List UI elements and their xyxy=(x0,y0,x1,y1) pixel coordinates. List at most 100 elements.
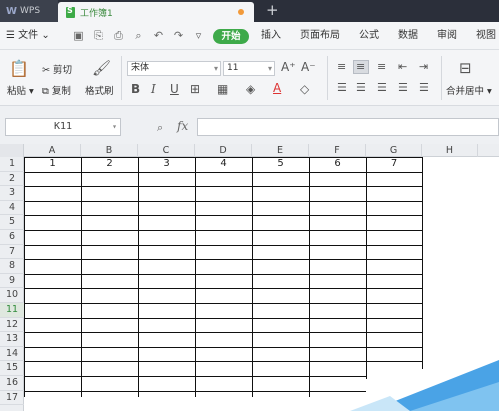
column-header-g[interactable]: G xyxy=(366,144,422,157)
row-header-14[interactable]: 14 xyxy=(0,347,24,362)
table-border-vertical xyxy=(252,157,253,397)
distributed-icon[interactable]: ☰ xyxy=(419,81,429,94)
select-all-corner[interactable] xyxy=(0,144,24,157)
row-header-13[interactable]: 13 xyxy=(0,332,24,347)
cell-e1[interactable]: 5 xyxy=(252,157,309,172)
shading-icon[interactable]: ◈ xyxy=(246,82,255,96)
chevron-down-icon: ▾ xyxy=(267,64,272,73)
tab-page-layout[interactable]: 页面布局 xyxy=(300,28,340,44)
cell-f1[interactable]: 6 xyxy=(309,157,366,172)
row-header-8[interactable]: 8 xyxy=(0,259,24,274)
table-border-horizontal xyxy=(24,288,422,290)
column-header-f[interactable]: F xyxy=(309,144,366,157)
paste-button[interactable]: 粘贴 ▾ xyxy=(7,83,34,97)
copy-button[interactable]: ⧉ 复制 xyxy=(42,83,71,97)
clear-format-icon[interactable]: ◇ xyxy=(300,82,309,96)
row-header-4[interactable]: 4 xyxy=(0,201,24,216)
table-border-horizontal xyxy=(24,171,422,173)
column-header-h[interactable]: H xyxy=(422,144,478,157)
column-header-b[interactable]: B xyxy=(81,144,138,157)
row-header-3[interactable]: 3 xyxy=(0,186,24,201)
row-header-5[interactable]: 5 xyxy=(0,215,24,230)
cell-b1[interactable]: 2 xyxy=(81,157,138,172)
cell-d1[interactable]: 4 xyxy=(195,157,252,172)
paste-icon[interactable]: 📋 xyxy=(9,59,29,78)
align-top-icon[interactable]: ≡ xyxy=(337,60,346,73)
column-header-a[interactable]: A xyxy=(24,144,81,157)
fx-button[interactable]: fx xyxy=(177,119,188,133)
table-border-horizontal xyxy=(24,303,422,304)
column-header-c[interactable]: C xyxy=(138,144,195,157)
row-header-9[interactable]: 9 xyxy=(0,274,24,289)
row-header-6[interactable]: 6 xyxy=(0,230,24,245)
row-header-11[interactable]: 11 xyxy=(0,303,24,318)
cell-c1[interactable]: 3 xyxy=(138,157,195,172)
title-bar: W WPS 工作簿1 + xyxy=(0,0,499,22)
new-tab-button[interactable]: + xyxy=(266,1,279,19)
row-header-7[interactable]: 7 xyxy=(0,245,24,260)
brush-icon[interactable]: 🖌 xyxy=(92,59,111,77)
tab-view[interactable]: 视图 xyxy=(476,28,496,44)
align-center-icon[interactable]: ☰ xyxy=(356,81,366,94)
align-left-icon[interactable]: ☰ xyxy=(337,81,347,94)
export-pdf-icon[interactable]: ⎘ xyxy=(93,30,104,41)
font-size-select[interactable]: 11 ▾ xyxy=(223,61,275,76)
font-name-select[interactable]: 宋体 ▾ xyxy=(127,61,221,76)
merge-cells-icon[interactable]: ⊟ xyxy=(459,59,472,77)
italic-icon[interactable]: I xyxy=(151,82,156,96)
table-border-horizontal xyxy=(24,244,422,246)
ribbon-separator xyxy=(441,56,442,100)
ribbon-separator xyxy=(121,56,122,100)
tab-insert[interactable]: 插入 xyxy=(261,28,281,44)
file-menu[interactable]: ☰ 文件 ⌄ xyxy=(6,28,50,44)
row-header-10[interactable]: 10 xyxy=(0,288,24,303)
formula-input[interactable] xyxy=(197,118,499,136)
indent-decrease-icon[interactable]: ⇤ xyxy=(398,60,407,73)
row-header-1[interactable]: 1 xyxy=(0,157,24,172)
indent-increase-icon[interactable]: ⇥ xyxy=(419,60,428,73)
print-icon[interactable]: ⎙ xyxy=(113,30,124,41)
document-tab[interactable]: 工作簿1 xyxy=(58,2,254,22)
column-header-e[interactable]: E xyxy=(252,144,309,157)
tab-data[interactable]: 数据 xyxy=(398,28,418,44)
print-preview-icon[interactable]: ⌕ xyxy=(133,30,144,41)
cut-button[interactable]: ✂ 剪切 xyxy=(42,62,72,76)
align-middle-icon[interactable]: ≡ xyxy=(356,60,365,73)
row-header-16[interactable]: 16 xyxy=(0,376,24,391)
chevron-down-icon: ⌄ xyxy=(38,30,50,41)
tab-formulas[interactable]: 公式 xyxy=(359,28,379,44)
wps-home-tab[interactable]: W WPS xyxy=(0,0,58,22)
align-bottom-icon[interactable]: ≡ xyxy=(377,60,386,73)
tab-start[interactable]: 开始 xyxy=(213,29,249,44)
paste-label: 粘贴 xyxy=(7,86,27,97)
chevron-down-icon: ▾ xyxy=(213,64,218,73)
name-box[interactable]: K11 ▾ xyxy=(5,118,121,136)
underline-icon[interactable]: U xyxy=(170,82,179,96)
name-box-value: K11 xyxy=(53,121,73,132)
cell-g1[interactable]: 7 xyxy=(366,157,422,172)
justify-icon[interactable]: ☰ xyxy=(398,81,408,94)
format-painter-button[interactable]: 格式刷 xyxy=(85,83,114,97)
hamburger-icon: ☰ xyxy=(6,30,19,41)
zoom-search-icon[interactable]: ⌕ xyxy=(157,121,163,135)
redo-icon[interactable]: ↷ xyxy=(173,30,184,41)
table-border-horizontal xyxy=(24,273,422,275)
font-color-icon[interactable]: A xyxy=(273,81,281,95)
bold-icon[interactable]: B xyxy=(131,82,140,96)
row-header-12[interactable]: 12 xyxy=(0,318,24,333)
borders-icon[interactable]: ⊞ xyxy=(190,82,200,96)
align-right-icon[interactable]: ☰ xyxy=(377,81,387,94)
decrease-font-icon[interactable]: A⁻ xyxy=(301,60,316,74)
column-header-d[interactable]: D xyxy=(195,144,252,157)
row-header-17[interactable]: 17 xyxy=(0,391,24,406)
row-header-2[interactable]: 2 xyxy=(0,172,24,187)
undo-icon[interactable]: ↶ xyxy=(153,30,164,41)
fill-color-icon[interactable]: ▦ xyxy=(217,82,228,96)
customize-dropdown-icon[interactable]: ▿ xyxy=(193,30,204,41)
save-icon[interactable]: ▣ xyxy=(73,30,84,41)
merge-center-button[interactable]: 合并居中 ▾ xyxy=(446,83,492,97)
cell-a1[interactable]: 1 xyxy=(24,157,81,172)
tab-review[interactable]: 审阅 xyxy=(437,28,457,44)
increase-font-icon[interactable]: A⁺ xyxy=(281,60,296,74)
row-header-15[interactable]: 15 xyxy=(0,361,24,376)
